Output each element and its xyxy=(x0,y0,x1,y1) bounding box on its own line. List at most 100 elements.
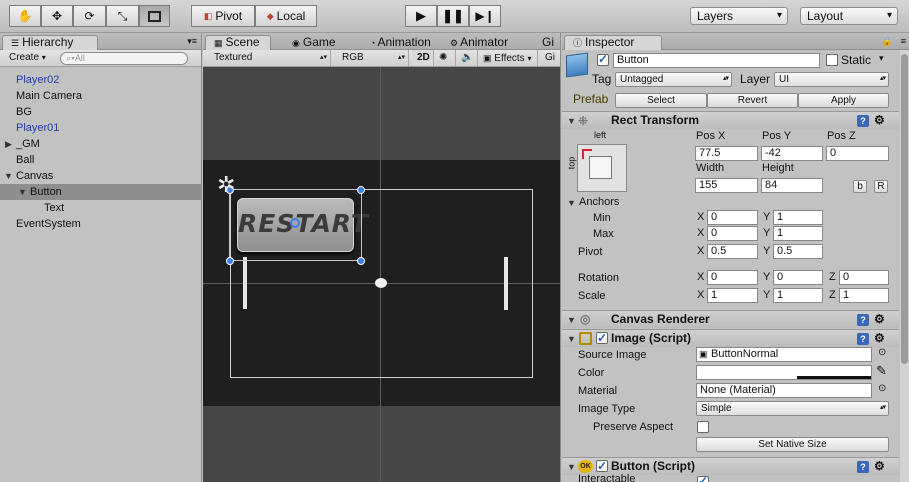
rotation-x-field[interactable]: 0 xyxy=(707,270,758,285)
pivot-y-field[interactable]: 0.5 xyxy=(773,244,823,259)
layer-dropdown[interactable]: UI xyxy=(774,72,889,87)
gear-icon[interactable]: ⚙ xyxy=(874,460,885,472)
rect-transform-header[interactable]: ▼ ⁜ Rect Transform ? ⚙ xyxy=(562,111,899,129)
collapse-arrow-icon[interactable]: ▼ xyxy=(18,184,27,200)
2d-toggle[interactable]: 2D xyxy=(412,50,434,66)
scrollbar-thumb[interactable] xyxy=(901,54,908,364)
active-checkbox[interactable] xyxy=(597,52,609,66)
hand-tool-button[interactable]: ✋ xyxy=(9,5,41,27)
pause-button[interactable]: ❚❚ xyxy=(437,5,469,27)
image-enabled-checkbox[interactable] xyxy=(596,330,608,347)
gear-icon[interactable]: ⚙ xyxy=(874,332,885,344)
lock-icon[interactable]: 🔒 xyxy=(882,36,893,47)
canvas-renderer-header[interactable]: ▼ ◎ Canvas Renderer ? ⚙ xyxy=(562,310,899,328)
gear-icon[interactable]: ⚙ xyxy=(874,313,885,325)
effects-dropdown[interactable]: ▣ Effects ▾ xyxy=(478,50,538,66)
eyedropper-icon[interactable]: ✎ xyxy=(876,363,887,379)
button-enabled-checkbox[interactable] xyxy=(596,458,608,475)
help-icon[interactable]: ? xyxy=(857,461,869,473)
source-image-field[interactable]: ▣ ButtonNormal xyxy=(696,347,872,362)
tab-game[interactable]: ◉ Game xyxy=(283,35,345,50)
button-script-header[interactable]: ▼ OK Button (Script) ? ⚙ xyxy=(562,457,899,475)
rect-handle-bottomright[interactable] xyxy=(357,257,365,265)
prefab-revert-button[interactable]: Revert xyxy=(707,93,798,108)
tab-animator[interactable]: ⚙ Animator xyxy=(441,35,523,50)
pivot-toggle[interactable]: ◧ Pivot xyxy=(191,5,255,27)
rotation-z-field[interactable]: 0 xyxy=(839,270,889,285)
rect-handle-topright[interactable] xyxy=(357,186,365,194)
scale-y-field[interactable]: 1 xyxy=(773,288,823,303)
list-item[interactable]: ▶ _GM xyxy=(0,136,201,152)
lighting-toggle[interactable]: ✺ xyxy=(434,50,456,66)
anchor-max-x-field[interactable]: 0 xyxy=(707,226,758,241)
static-checkbox[interactable] xyxy=(826,54,838,66)
list-item[interactable]: BG xyxy=(0,104,201,120)
list-item[interactable]: Main Camera xyxy=(0,88,201,104)
list-item[interactable]: Player01 xyxy=(0,120,201,136)
pos-y-field[interactable]: -42 xyxy=(761,146,823,161)
anchor-flower-icon[interactable]: ✲ xyxy=(217,174,235,196)
tab-scene[interactable]: ▦ Scene xyxy=(205,35,271,50)
move-tool-button[interactable]: ✥ xyxy=(41,5,73,27)
collapse-arrow-icon[interactable]: ▼ xyxy=(567,113,576,130)
list-item[interactable]: Player02 xyxy=(0,72,201,88)
anchor-presets-button[interactable] xyxy=(577,144,627,192)
help-icon[interactable]: ? xyxy=(857,115,869,127)
pos-x-field[interactable]: 77.5 xyxy=(695,146,758,161)
rect-handle-bottomleft[interactable] xyxy=(226,257,234,265)
static-dropdown-arrow[interactable]: ▾ xyxy=(879,53,884,64)
rotate-tool-button[interactable]: ⟳ xyxy=(73,5,106,27)
ball[interactable] xyxy=(375,278,387,288)
hierarchy-search-input[interactable]: ⌕▾All xyxy=(60,52,188,65)
pivot-x-field[interactable]: 0.5 xyxy=(707,244,758,259)
shading-dropdown[interactable]: Textured ▴▾ xyxy=(209,50,331,66)
audio-toggle[interactable]: 🔈 xyxy=(456,50,478,66)
width-field[interactable]: 155 xyxy=(695,178,758,193)
list-item[interactable]: ▼ Canvas xyxy=(0,168,201,184)
layout-dropdown[interactable]: Layout xyxy=(800,7,898,25)
raw-edit-button[interactable]: R xyxy=(874,180,888,193)
image-type-dropdown[interactable]: Simple xyxy=(696,401,889,416)
inspector-scrollbar[interactable] xyxy=(900,50,909,482)
anchor-max-y-field[interactable]: 1 xyxy=(773,226,823,241)
list-item-selected[interactable]: ▼ Button xyxy=(0,184,201,200)
set-native-size-button[interactable]: Set Native Size xyxy=(696,437,889,452)
tab-animation[interactable]: ◔ Animation xyxy=(361,35,443,50)
layers-dropdown[interactable]: Layers xyxy=(690,7,788,25)
object-name-field[interactable]: Button xyxy=(613,53,820,68)
material-field[interactable]: None (Material) xyxy=(696,383,872,398)
list-item[interactable]: Text xyxy=(0,200,201,216)
step-button[interactable]: ▶❙ xyxy=(469,5,501,27)
panel-menu-icon[interactable]: ▾≡ xyxy=(187,36,197,47)
blueprint-mode-button[interactable]: b xyxy=(853,180,867,193)
tab-gizmos-overflow[interactable]: Gi xyxy=(533,35,561,50)
gizmos-dropdown[interactable]: Gi xyxy=(540,50,561,66)
gear-icon[interactable]: ⚙ xyxy=(874,114,885,126)
help-icon[interactable]: ? xyxy=(857,333,869,345)
tab-hierarchy[interactable]: ☰ Hierarchy xyxy=(2,35,98,50)
preserve-aspect-checkbox[interactable] xyxy=(697,421,709,433)
object-picker-icon[interactable]: ⊙ xyxy=(878,383,886,394)
expand-arrow-icon[interactable]: ▶ xyxy=(5,136,12,152)
scale-tool-button[interactable]: ⤡ xyxy=(106,5,139,27)
interactable-checkbox[interactable] xyxy=(697,476,709,482)
rotation-y-field[interactable]: 0 xyxy=(773,270,823,285)
collapse-arrow-icon[interactable]: ▼ xyxy=(4,168,13,184)
list-item[interactable]: EventSystem xyxy=(0,216,201,232)
rect-tool-button[interactable] xyxy=(139,5,170,27)
tag-dropdown[interactable]: Untagged xyxy=(615,72,732,87)
height-field[interactable]: 84 xyxy=(761,178,823,193)
render-mode-dropdown[interactable]: RGB ▴▾ xyxy=(337,50,409,66)
create-dropdown[interactable]: Create ▾ xyxy=(4,50,54,66)
object-picker-icon[interactable]: ⊙ xyxy=(878,347,886,358)
image-script-header[interactable]: ▼ Image (Script) ? ⚙ xyxy=(562,329,899,347)
tab-inspector[interactable]: ⓘ Inspector xyxy=(564,35,662,50)
collapse-arrow-icon[interactable]: ▼ xyxy=(567,312,576,329)
local-toggle[interactable]: ◆ Local xyxy=(255,5,317,27)
scale-z-field[interactable]: 1 xyxy=(839,288,889,303)
anchor-min-x-field[interactable]: 0 xyxy=(707,210,758,225)
play-button[interactable]: ▶ xyxy=(405,5,437,27)
paddle-right[interactable] xyxy=(504,257,508,310)
anchor-min-y-field[interactable]: 1 xyxy=(773,210,823,225)
pos-z-field[interactable]: 0 xyxy=(826,146,889,161)
